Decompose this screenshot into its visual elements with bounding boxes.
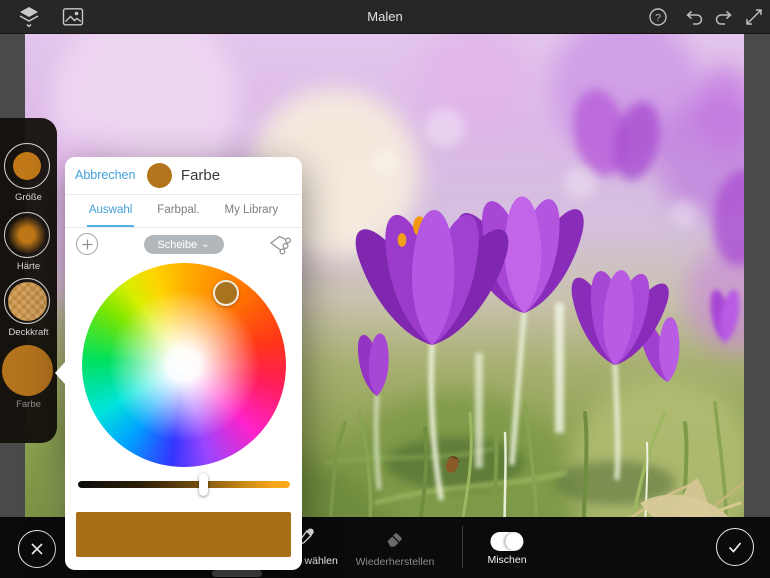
brush-size-control[interactable] (4, 143, 50, 189)
close-button[interactable] (18, 530, 56, 568)
wheel-mode-label: Scheibe (157, 238, 198, 251)
help-icon[interactable]: ? (645, 5, 671, 29)
color-themes-button[interactable] (268, 233, 292, 255)
brightness-slider-thumb[interactable] (198, 473, 208, 496)
mix-toggle[interactable] (490, 532, 524, 551)
color-picker-popover: Abbrechen Farbe Auswahl Farbpal. My Libr… (55, 157, 302, 570)
hardness-label: Härte (16, 261, 41, 272)
hardness-preview-dot (8, 216, 46, 254)
brush-hardness-control[interactable] (4, 212, 50, 258)
close-icon (31, 543, 43, 555)
tab-my-library[interactable]: My Library (222, 195, 280, 227)
mix-label: Mischen (487, 554, 527, 566)
size-preview-dot (13, 152, 41, 180)
mix-control: Mischen (487, 532, 527, 566)
restore-button[interactable]: Wiederherstellen (355, 527, 435, 568)
size-label: Größe (15, 192, 42, 203)
fullscreen-icon[interactable] (741, 5, 767, 29)
brush-sidebar: Größe Härte Deckkraft Farbe (0, 118, 57, 443)
brightness-slider[interactable] (78, 473, 290, 496)
color-themes-icon (270, 235, 292, 255)
undo-icon[interactable] (681, 5, 707, 29)
tab-auswahl[interactable]: Auswahl (86, 195, 135, 227)
confirm-button[interactable] (716, 528, 754, 566)
wheel-mode-selector[interactable]: Scheibe ⌄ (143, 235, 224, 254)
eraser-icon (387, 533, 402, 547)
plus-icon (82, 239, 92, 249)
opacity-label: Deckkraft (8, 327, 49, 338)
svg-text:?: ? (655, 12, 661, 24)
toolbar-divider (462, 526, 463, 568)
opacity-preview-dot (7, 281, 47, 321)
color-wheel[interactable] (82, 263, 286, 467)
redo-icon[interactable] (711, 5, 737, 29)
picker-tabs: Auswahl Farbpal. My Library (65, 195, 302, 228)
selected-color-swatch (76, 512, 291, 557)
home-indicator[interactable] (212, 570, 262, 577)
current-color-circle (146, 163, 172, 188)
color-label: Farbe (16, 399, 41, 410)
app-screen: Malen ? Farbe wählen Wiederherstellen Mi… (0, 0, 770, 578)
check-icon (728, 542, 742, 553)
brush-opacity-control[interactable] (4, 278, 50, 324)
picker-title-group: Farbe (65, 163, 302, 188)
add-color-button[interactable] (76, 233, 98, 255)
tab-farbpal[interactable]: Farbpal. (155, 195, 201, 227)
popover-arrow (55, 362, 65, 384)
chevron-down-icon: ⌄ (201, 238, 210, 250)
picker-title: Farbe (180, 167, 221, 184)
brush-color-control[interactable] (2, 345, 53, 396)
picker-controls: Scheibe ⌄ (65, 228, 302, 262)
color-wheel-handle[interactable] (213, 280, 239, 306)
top-bar: Malen ? (0, 0, 770, 34)
restore-label: Wiederherstellen (355, 556, 435, 568)
toggle-knob (505, 533, 523, 550)
picker-header: Abbrechen Farbe (65, 157, 302, 195)
